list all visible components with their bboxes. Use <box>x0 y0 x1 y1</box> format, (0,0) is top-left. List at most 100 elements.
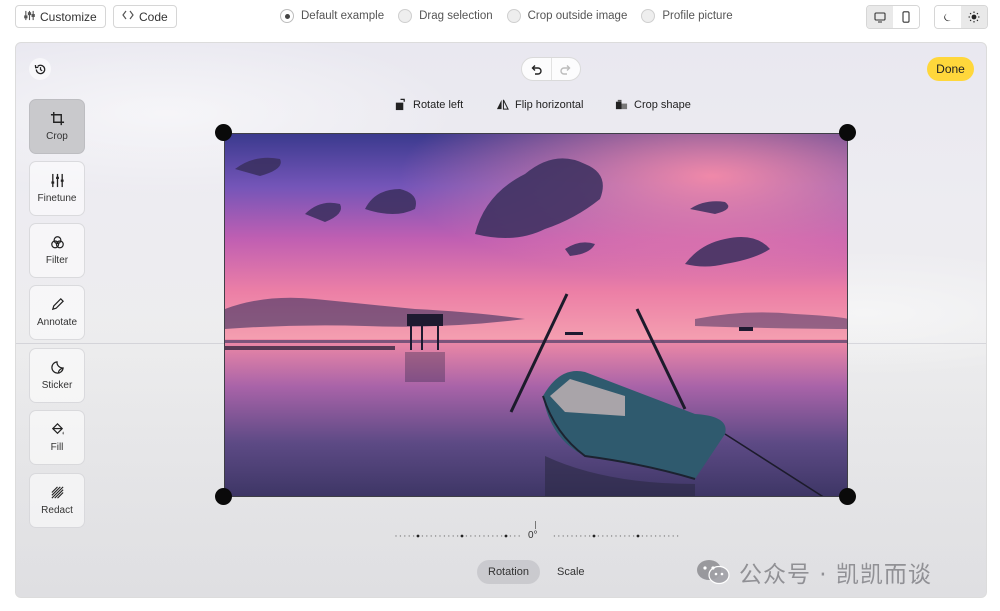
dial-tick <box>650 535 652 537</box>
tab-rotation[interactable]: Rotation <box>477 560 540 584</box>
crop-shape-label: Crop shape <box>634 98 691 111</box>
mobile-view-button[interactable] <box>893 6 919 28</box>
dial-tick <box>496 535 498 537</box>
radio-label: Drag selection <box>419 10 493 22</box>
desktop-icon <box>874 11 886 23</box>
dial-tick <box>416 534 420 538</box>
dial-tick <box>439 535 441 537</box>
dial-tick <box>624 535 626 537</box>
radio-drag-selection[interactable]: Drag selection <box>398 8 493 24</box>
redo-icon <box>560 64 571 75</box>
flip-horizontal-icon <box>496 99 509 110</box>
done-button[interactable]: Done <box>927 57 974 81</box>
dial-tick <box>580 535 582 537</box>
dial-tick <box>562 535 564 537</box>
dial-tick <box>395 535 397 537</box>
sliders-icon <box>50 173 64 188</box>
dial-tick <box>553 535 556 537</box>
dark-theme-button[interactable] <box>935 6 961 28</box>
radio-label: Crop outside image <box>527 10 628 22</box>
radio-dot[interactable] <box>641 9 656 23</box>
dial-tick <box>452 535 454 537</box>
image-canvas[interactable] <box>224 133 848 497</box>
history-icon <box>34 64 45 74</box>
radio-default-example[interactable]: Default example <box>280 8 384 24</box>
rotation-dial[interactable]: 0° <box>376 521 696 551</box>
dial-tick <box>470 535 472 537</box>
rotate-left-button[interactable]: Rotate left <box>394 98 463 111</box>
flip-horizontal-button[interactable]: Flip horizontal <box>496 98 583 111</box>
dial-tick <box>672 535 674 537</box>
dial-tick <box>628 535 630 537</box>
dial-tick <box>641 535 644 537</box>
light-theme-button[interactable] <box>961 6 987 28</box>
dial-tick <box>615 535 617 537</box>
crop-mode-tabs: Rotation Scale <box>477 560 596 584</box>
dial-tick <box>504 534 508 538</box>
undo-icon <box>531 64 543 75</box>
dial-tick <box>474 535 476 537</box>
dial-tick <box>404 535 406 537</box>
radio-dot[interactable] <box>398 9 413 23</box>
undo-redo-group <box>521 57 581 81</box>
dial-tick <box>668 535 670 537</box>
dial-tick <box>602 535 604 537</box>
redo-button[interactable] <box>550 58 580 80</box>
dial-tick <box>399 535 402 537</box>
flip-horizontal-label: Flip horizontal <box>515 98 584 111</box>
rotate-left-label: Rotate left <box>413 98 464 111</box>
history-button[interactable] <box>29 58 51 80</box>
dial-tick <box>566 535 569 537</box>
sticker-icon <box>50 361 64 374</box>
moon-icon <box>943 13 951 21</box>
undo-button[interactable] <box>522 58 551 80</box>
dial-tick <box>465 535 468 537</box>
redact-icon <box>50 486 64 499</box>
radio-dot[interactable] <box>506 9 521 23</box>
desktop-view-button[interactable] <box>867 6 893 28</box>
sliders-icon <box>24 10 35 24</box>
tool-filter[interactable]: Filter <box>29 223 85 278</box>
radio-label: Default example <box>301 10 385 22</box>
tool-label: Crop <box>46 131 68 142</box>
dial-tick <box>636 534 640 538</box>
dial-tick <box>426 535 428 537</box>
customize-label: Customize <box>40 9 97 24</box>
dial-tick <box>478 535 481 537</box>
dial-tick <box>575 535 578 537</box>
radio-profile-picture[interactable]: Profile picture <box>641 8 733 24</box>
crop-shape-button[interactable]: Crop shape <box>615 98 691 111</box>
tool-label: Filter <box>45 255 69 266</box>
dial-tick <box>663 535 666 537</box>
crop-handle-top-left[interactable] <box>215 124 232 141</box>
radio-dot[interactable] <box>280 9 294 23</box>
crop-handle-top-right[interactable] <box>839 124 856 141</box>
tab-scale[interactable]: Scale <box>546 560 596 584</box>
dial-tick <box>676 535 679 537</box>
dial-tick <box>448 535 450 537</box>
code-button[interactable]: Code <box>113 5 177 28</box>
dial-tick <box>408 535 410 537</box>
dial-tick <box>500 535 503 537</box>
dial-tick <box>514 535 516 537</box>
customize-button[interactable]: Customize <box>15 5 106 28</box>
tool-redact[interactable]: Redact <box>29 473 85 528</box>
tool-label: Annotate <box>36 317 78 328</box>
dial-needle <box>535 521 536 529</box>
tool-fill[interactable]: Fill <box>29 410 85 465</box>
crop-toolbar: Rotate left Flip horizontal Crop shape <box>16 98 986 114</box>
tool-label: Fill <box>50 442 64 453</box>
radio-crop-outside-image[interactable]: Crop outside image <box>506 8 628 24</box>
crop-handle-bottom-left[interactable] <box>215 488 232 505</box>
image-editor: Done Crop Finetune Filter Annotate Stick… <box>15 42 987 598</box>
dial-tick <box>619 535 622 537</box>
radio-label: Profile picture <box>662 10 733 22</box>
crop-handle-bottom-right[interactable] <box>839 488 856 505</box>
tool-sticker[interactable]: Sticker <box>29 348 85 403</box>
tool-annotate[interactable]: Annotate <box>29 285 85 340</box>
dial-tick <box>460 534 464 538</box>
tool-finetune[interactable]: Finetune <box>29 161 85 216</box>
tool-label: Finetune <box>37 193 77 204</box>
dial-tick <box>654 535 657 537</box>
dial-tick <box>610 535 613 537</box>
